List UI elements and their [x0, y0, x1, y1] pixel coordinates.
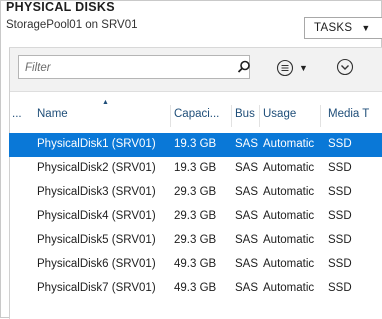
cell-usage: Automatic	[263, 186, 315, 198]
table-row[interactable]: PhysicalDisk3 (SRV01) 29.3 GB SAS Automa…	[9, 181, 382, 205]
cell-capacity: 49.3 GB	[174, 282, 217, 294]
cell-usage: Automatic	[263, 162, 315, 174]
cell-usage: Automatic	[263, 282, 315, 294]
table-row[interactable]: PhysicalDisk1 (SRV01) 19.3 GB SAS Automa…	[9, 133, 382, 157]
cell-media-type: SSD	[328, 138, 352, 150]
column-header-media-type[interactable]: Media T	[328, 108, 369, 120]
cell-usage: Automatic	[263, 138, 315, 150]
cell-bus: SAS	[235, 234, 259, 246]
cell-name: PhysicalDisk1 (SRV01)	[37, 138, 156, 150]
view-options-button[interactable]: ▼	[276, 58, 320, 78]
cell-bus: SAS	[235, 162, 259, 174]
column-header-usage[interactable]: Usage	[263, 108, 296, 120]
column-header-row: ... Name ▲ Capaci... Bus Usage Media T	[9, 99, 382, 129]
cell-name: PhysicalDisk6 (SRV01)	[37, 258, 156, 270]
chevron-down-icon: ▼	[361, 23, 371, 33]
cell-media-type: SSD	[328, 258, 352, 270]
disk-table-body: PhysicalDisk1 (SRV01) 19.3 GB SAS Automa…	[9, 133, 382, 301]
cell-capacity: 19.3 GB	[174, 138, 217, 150]
cell-usage: Automatic	[263, 258, 315, 270]
column-separator[interactable]	[231, 105, 232, 127]
cell-bus: SAS	[235, 138, 259, 150]
cell-media-type: SSD	[328, 234, 352, 246]
cell-capacity: 29.3 GB	[174, 234, 217, 246]
column-header-name[interactable]: Name	[37, 108, 68, 120]
search-icon[interactable]	[237, 60, 251, 74]
cell-capacity: 19.3 GB	[174, 162, 217, 174]
sort-ascending-icon: ▲	[102, 99, 109, 106]
tasks-button[interactable]: TASKS ▼	[304, 17, 382, 39]
cell-media-type: SSD	[328, 210, 352, 222]
cell-media-type: SSD	[328, 282, 352, 294]
cell-name: PhysicalDisk5 (SRV01)	[37, 234, 156, 246]
cell-name: PhysicalDisk4 (SRV01)	[37, 210, 156, 222]
cell-usage: Automatic	[263, 234, 315, 246]
filter-field[interactable]	[18, 55, 251, 80]
column-header-bus[interactable]: Bus	[235, 108, 255, 120]
chevron-down-circle-icon	[336, 58, 354, 76]
table-row[interactable]: PhysicalDisk7 (SRV01) 49.3 GB SAS Automa…	[9, 277, 382, 301]
column-header-more[interactable]: ...	[12, 108, 22, 120]
cell-name: PhysicalDisk3 (SRV01)	[37, 186, 156, 198]
tasks-button-label: TASKS	[314, 22, 353, 34]
table-row[interactable]: PhysicalDisk5 (SRV01) 29.3 GB SAS Automa…	[9, 229, 382, 253]
column-separator[interactable]	[259, 105, 260, 127]
cell-capacity: 29.3 GB	[174, 186, 217, 198]
page-subtitle: StoragePool01 on SRV01	[6, 19, 138, 31]
column-separator[interactable]	[320, 105, 321, 127]
chevron-down-icon: ▼	[299, 63, 308, 73]
expand-button[interactable]	[336, 58, 356, 78]
list-view-icon	[276, 59, 294, 77]
cell-name: PhysicalDisk2 (SRV01)	[37, 162, 156, 174]
cell-name: PhysicalDisk7 (SRV01)	[37, 282, 156, 294]
table-row[interactable]: PhysicalDisk4 (SRV01) 29.3 GB SAS Automa…	[9, 205, 382, 229]
page-title: PHYSICAL DISKS	[6, 0, 115, 14]
cell-media-type: SSD	[328, 186, 352, 198]
column-header-capacity[interactable]: Capaci...	[174, 108, 219, 120]
table-row[interactable]: PhysicalDisk2 (SRV01) 19.3 GB SAS Automa…	[9, 157, 382, 181]
table-row[interactable]: PhysicalDisk6 (SRV01) 49.3 GB SAS Automa…	[9, 253, 382, 277]
cell-bus: SAS	[235, 186, 259, 198]
cell-capacity: 49.3 GB	[174, 258, 217, 270]
cell-bus: SAS	[235, 210, 259, 222]
column-separator[interactable]	[170, 105, 171, 127]
cell-capacity: 29.3 GB	[174, 210, 217, 222]
filter-input[interactable]	[19, 56, 231, 80]
cell-bus: SAS	[235, 258, 259, 270]
cell-media-type: SSD	[328, 162, 352, 174]
cell-bus: SAS	[235, 282, 259, 294]
cell-usage: Automatic	[263, 210, 315, 222]
